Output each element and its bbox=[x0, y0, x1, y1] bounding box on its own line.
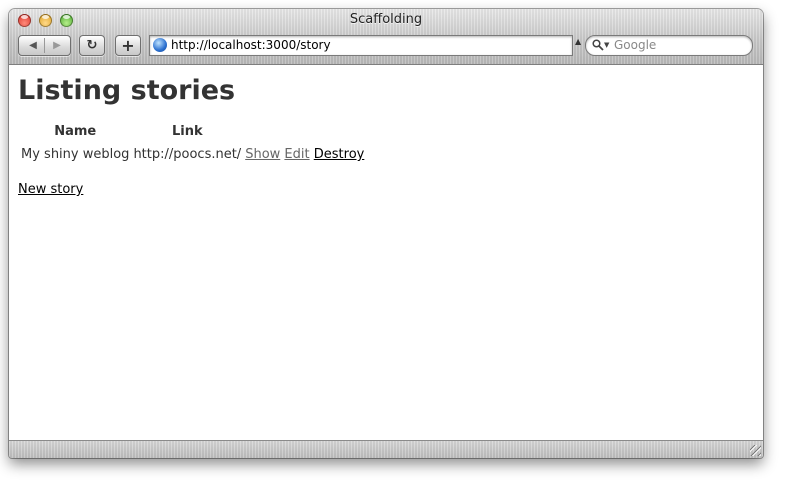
resize-grip-icon[interactable] bbox=[750, 445, 761, 456]
column-header-link: Link bbox=[172, 124, 203, 139]
status-bar bbox=[9, 440, 763, 458]
table-header-row: Name Link bbox=[20, 123, 365, 144]
stories-table: Name Link My shiny weblog http://poocs.n… bbox=[18, 121, 367, 165]
window-title: Scaffolding bbox=[349, 12, 423, 27]
back-arrow-icon[interactable]: ◀ bbox=[24, 36, 42, 55]
forward-arrow-icon[interactable]: ▶ bbox=[48, 36, 66, 55]
reload-icon: ↻ bbox=[86, 38, 98, 53]
show-link[interactable]: Show bbox=[245, 147, 280, 162]
plus-icon: + bbox=[121, 36, 135, 55]
search-field[interactable]: ▼ bbox=[585, 35, 753, 56]
search-input[interactable] bbox=[614, 36, 744, 55]
search-icon bbox=[592, 39, 604, 51]
story-link-cell: http://poocs.net/ bbox=[133, 147, 242, 162]
column-header-name: Name bbox=[54, 124, 97, 139]
back-forward-buttons: ◀ ▶ bbox=[18, 35, 71, 56]
reload-button[interactable]: ↻ bbox=[79, 35, 105, 56]
browser-window: Scaffolding ◀ ▶ ↻ + ▲ ▼ Listing stories bbox=[9, 9, 763, 458]
new-story-link[interactable]: New story bbox=[18, 182, 83, 197]
globe-icon bbox=[153, 38, 167, 52]
nav-separator bbox=[44, 38, 45, 53]
page-content: Listing stories Name Link My shiny weblo… bbox=[9, 65, 763, 440]
edit-link[interactable]: Edit bbox=[284, 147, 309, 162]
page-title: Listing stories bbox=[18, 75, 236, 106]
browser-toolbar: Scaffolding ◀ ▶ ↻ + ▲ ▼ bbox=[9, 9, 763, 65]
url-dropdown-icon[interactable]: ▲ bbox=[575, 37, 581, 46]
search-dropdown-icon[interactable]: ▼ bbox=[604, 41, 609, 49]
url-input[interactable] bbox=[171, 36, 561, 55]
story-name-cell: My shiny weblog bbox=[21, 147, 130, 162]
actions-cell: Show Edit Destroy bbox=[244, 146, 365, 163]
address-bar[interactable] bbox=[149, 35, 573, 56]
table-row: My shiny weblog http://poocs.net/ Show E… bbox=[20, 146, 365, 163]
add-bookmark-button[interactable]: + bbox=[115, 35, 141, 56]
destroy-link[interactable]: Destroy bbox=[314, 147, 365, 162]
